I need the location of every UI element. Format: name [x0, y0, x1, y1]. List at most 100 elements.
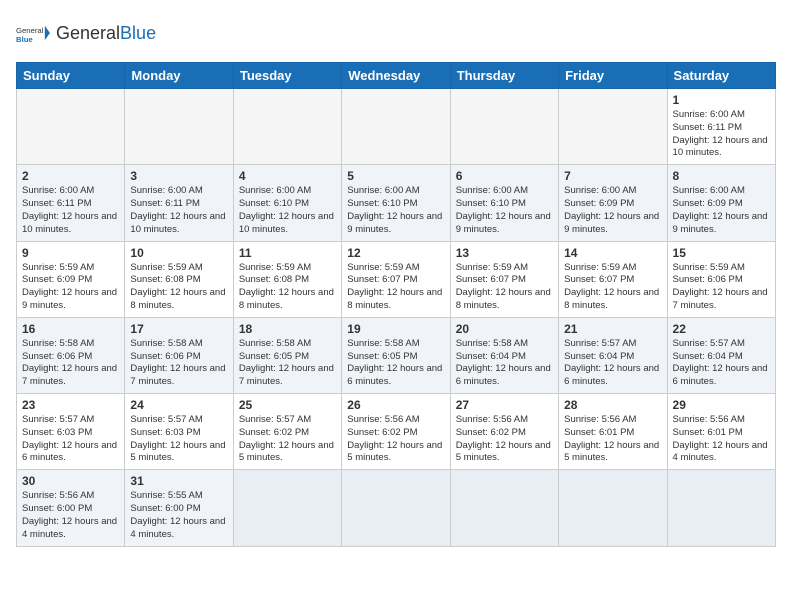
logo: General Blue GeneralBlue: [16, 16, 156, 52]
day-cell: 4 Sunrise: 6:00 AM Sunset: 6:10 PM Daylig…: [233, 165, 341, 241]
day-cell: [17, 89, 125, 165]
day-info: Sunrise: 5:56 AM Sunset: 6:00 PM Dayligh…: [22, 490, 119, 541]
day-number: 9: [22, 246, 119, 260]
day-cell: 5Sunrise: 6:00 AM Sunset: 6:10 PM Daylig…: [342, 165, 450, 241]
day-cell: 19Sunrise: 5:58 AM Sunset: 6:05 PM Dayli…: [342, 317, 450, 393]
day-cell: 1Sunrise: 6:00 AM Sunset: 6:11 PM Daylig…: [667, 89, 775, 165]
day-cell: [559, 470, 667, 546]
col-header-thursday: Thursday: [450, 63, 558, 89]
svg-text:Blue: Blue: [16, 35, 33, 44]
day-number: 10: [130, 246, 227, 260]
col-header-tuesday: Tuesday: [233, 63, 341, 89]
day-cell: 18 Sunrise: 5:58 AM Sunset: 6:05 PM Dayli…: [233, 317, 341, 393]
day-info: Sunrise: 5:56 AM Sunset: 6:02 PM Dayligh…: [347, 414, 444, 465]
col-header-monday: Monday: [125, 63, 233, 89]
day-cell: 28 Sunrise: 5:56 AM Sunset: 6:01 PM Dayli…: [559, 394, 667, 470]
day-info: Sunrise: 5:59 AM Sunset: 6:06 PM Dayligh…: [673, 262, 770, 313]
day-cell: 8 Sunrise: 6:00 AM Sunset: 6:09 PM Daylig…: [667, 165, 775, 241]
day-number: 30: [22, 474, 119, 488]
day-number: 12: [347, 246, 444, 260]
day-cell: [667, 470, 775, 546]
header: General Blue GeneralBlue: [16, 16, 776, 52]
day-cell: 11 Sunrise: 5:59 AM Sunset: 6:08 PM Dayli…: [233, 241, 341, 317]
day-number: 20: [456, 322, 553, 336]
day-cell: 12 Sunrise: 5:59 AM Sunset: 6:07 PM Dayli…: [342, 241, 450, 317]
day-number: 6: [456, 169, 553, 183]
day-info: Sunrise: 6:00 AM Sunset: 6:09 PM Dayligh…: [673, 185, 770, 236]
day-info: Sunrise: 6:00 AM Sunset: 6:10 PM Dayligh…: [347, 185, 444, 236]
day-info: Sunrise: 5:55 AM Sunset: 6:00 PM Dayligh…: [130, 490, 227, 541]
day-info: Sunrise: 5:56 AM Sunset: 6:02 PM Dayligh…: [456, 414, 553, 465]
day-cell: 7Sunrise: 6:00 AM Sunset: 6:09 PM Daylig…: [559, 165, 667, 241]
day-cell: 14Sunrise: 5:59 AM Sunset: 6:07 PM Dayli…: [559, 241, 667, 317]
day-info: Sunrise: 5:59 AM Sunset: 6:08 PM Dayligh…: [239, 262, 336, 313]
day-cell: 6 Sunrise: 6:00 AM Sunset: 6:10 PM Daylig…: [450, 165, 558, 241]
day-number: 3: [130, 169, 227, 183]
day-info: Sunrise: 5:58 AM Sunset: 6:06 PM Dayligh…: [22, 338, 119, 389]
day-cell: 2Sunrise: 6:00 AM Sunset: 6:11 PM Daylig…: [17, 165, 125, 241]
day-cell: 29Sunrise: 5:56 AM Sunset: 6:01 PM Dayli…: [667, 394, 775, 470]
day-info: Sunrise: 5:57 AM Sunset: 6:03 PM Dayligh…: [22, 414, 119, 465]
col-header-friday: Friday: [559, 63, 667, 89]
day-cell: 26Sunrise: 5:56 AM Sunset: 6:02 PM Dayli…: [342, 394, 450, 470]
day-info: Sunrise: 5:57 AM Sunset: 6:03 PM Dayligh…: [130, 414, 227, 465]
day-info: Sunrise: 6:00 AM Sunset: 6:11 PM Dayligh…: [130, 185, 227, 236]
week-row-4: 16Sunrise: 5:58 AM Sunset: 6:06 PM Dayli…: [17, 317, 776, 393]
day-cell: 20 Sunrise: 5:58 AM Sunset: 6:04 PM Dayli…: [450, 317, 558, 393]
day-number: 24: [130, 398, 227, 412]
day-info: Sunrise: 6:00 AM Sunset: 6:10 PM Dayligh…: [456, 185, 553, 236]
day-cell: 9Sunrise: 5:59 AM Sunset: 6:09 PM Daylig…: [17, 241, 125, 317]
day-cell: 27 Sunrise: 5:56 AM Sunset: 6:02 PM Dayli…: [450, 394, 558, 470]
day-info: Sunrise: 5:59 AM Sunset: 6:07 PM Dayligh…: [456, 262, 553, 313]
calendar-header-row: SundayMondayTuesdayWednesdayThursdayFrid…: [17, 63, 776, 89]
day-cell: 13Sunrise: 5:59 AM Sunset: 6:07 PM Dayli…: [450, 241, 558, 317]
calendar: SundayMondayTuesdayWednesdayThursdayFrid…: [16, 62, 776, 547]
day-number: 31: [130, 474, 227, 488]
day-info: Sunrise: 6:00 AM Sunset: 6:11 PM Dayligh…: [673, 109, 770, 160]
day-number: 15: [673, 246, 770, 260]
day-cell: [125, 89, 233, 165]
day-cell: 16Sunrise: 5:58 AM Sunset: 6:06 PM Dayli…: [17, 317, 125, 393]
week-row-2: 2Sunrise: 6:00 AM Sunset: 6:11 PM Daylig…: [17, 165, 776, 241]
day-info: Sunrise: 5:56 AM Sunset: 6:01 PM Dayligh…: [673, 414, 770, 465]
day-cell: 25Sunrise: 5:57 AM Sunset: 6:02 PM Dayli…: [233, 394, 341, 470]
day-number: 28: [564, 398, 661, 412]
day-info: Sunrise: 5:58 AM Sunset: 6:05 PM Dayligh…: [347, 338, 444, 389]
day-info: Sunrise: 5:59 AM Sunset: 6:07 PM Dayligh…: [347, 262, 444, 313]
day-info: Sunrise: 5:57 AM Sunset: 6:04 PM Dayligh…: [673, 338, 770, 389]
day-info: Sunrise: 5:58 AM Sunset: 6:06 PM Dayligh…: [130, 338, 227, 389]
day-number: 17: [130, 322, 227, 336]
day-cell: [450, 470, 558, 546]
day-cell: 22Sunrise: 5:57 AM Sunset: 6:04 PM Dayli…: [667, 317, 775, 393]
col-header-saturday: Saturday: [667, 63, 775, 89]
day-number: 25: [239, 398, 336, 412]
day-cell: [559, 89, 667, 165]
day-cell: 15 Sunrise: 5:59 AM Sunset: 6:06 PM Dayli…: [667, 241, 775, 317]
col-header-wednesday: Wednesday: [342, 63, 450, 89]
day-info: Sunrise: 6:00 AM Sunset: 6:11 PM Dayligh…: [22, 185, 119, 236]
day-number: 21: [564, 322, 661, 336]
day-cell: 17 Sunrise: 5:58 AM Sunset: 6:06 PM Dayli…: [125, 317, 233, 393]
day-cell: 24 Sunrise: 5:57 AM Sunset: 6:03 PM Dayli…: [125, 394, 233, 470]
day-cell: 21 Sunrise: 5:57 AM Sunset: 6:04 PM Dayli…: [559, 317, 667, 393]
day-cell: 30 Sunrise: 5:56 AM Sunset: 6:00 PM Dayli…: [17, 470, 125, 546]
day-info: Sunrise: 5:58 AM Sunset: 6:05 PM Dayligh…: [239, 338, 336, 389]
day-number: 14: [564, 246, 661, 260]
day-number: 27: [456, 398, 553, 412]
week-row-3: 9Sunrise: 5:59 AM Sunset: 6:09 PM Daylig…: [17, 241, 776, 317]
week-row-1: 1Sunrise: 6:00 AM Sunset: 6:11 PM Daylig…: [17, 89, 776, 165]
day-number: 8: [673, 169, 770, 183]
day-info: Sunrise: 6:00 AM Sunset: 6:10 PM Dayligh…: [239, 185, 336, 236]
day-cell: [450, 89, 558, 165]
day-number: 18: [239, 322, 336, 336]
day-number: 23: [22, 398, 119, 412]
day-number: 11: [239, 246, 336, 260]
week-row-6: 30 Sunrise: 5:56 AM Sunset: 6:00 PM Dayli…: [17, 470, 776, 546]
day-number: 4: [239, 169, 336, 183]
day-number: 7: [564, 169, 661, 183]
day-cell: [342, 89, 450, 165]
day-info: Sunrise: 5:57 AM Sunset: 6:04 PM Dayligh…: [564, 338, 661, 389]
day-info: Sunrise: 5:56 AM Sunset: 6:01 PM Dayligh…: [564, 414, 661, 465]
col-header-sunday: Sunday: [17, 63, 125, 89]
day-info: Sunrise: 5:58 AM Sunset: 6:04 PM Dayligh…: [456, 338, 553, 389]
